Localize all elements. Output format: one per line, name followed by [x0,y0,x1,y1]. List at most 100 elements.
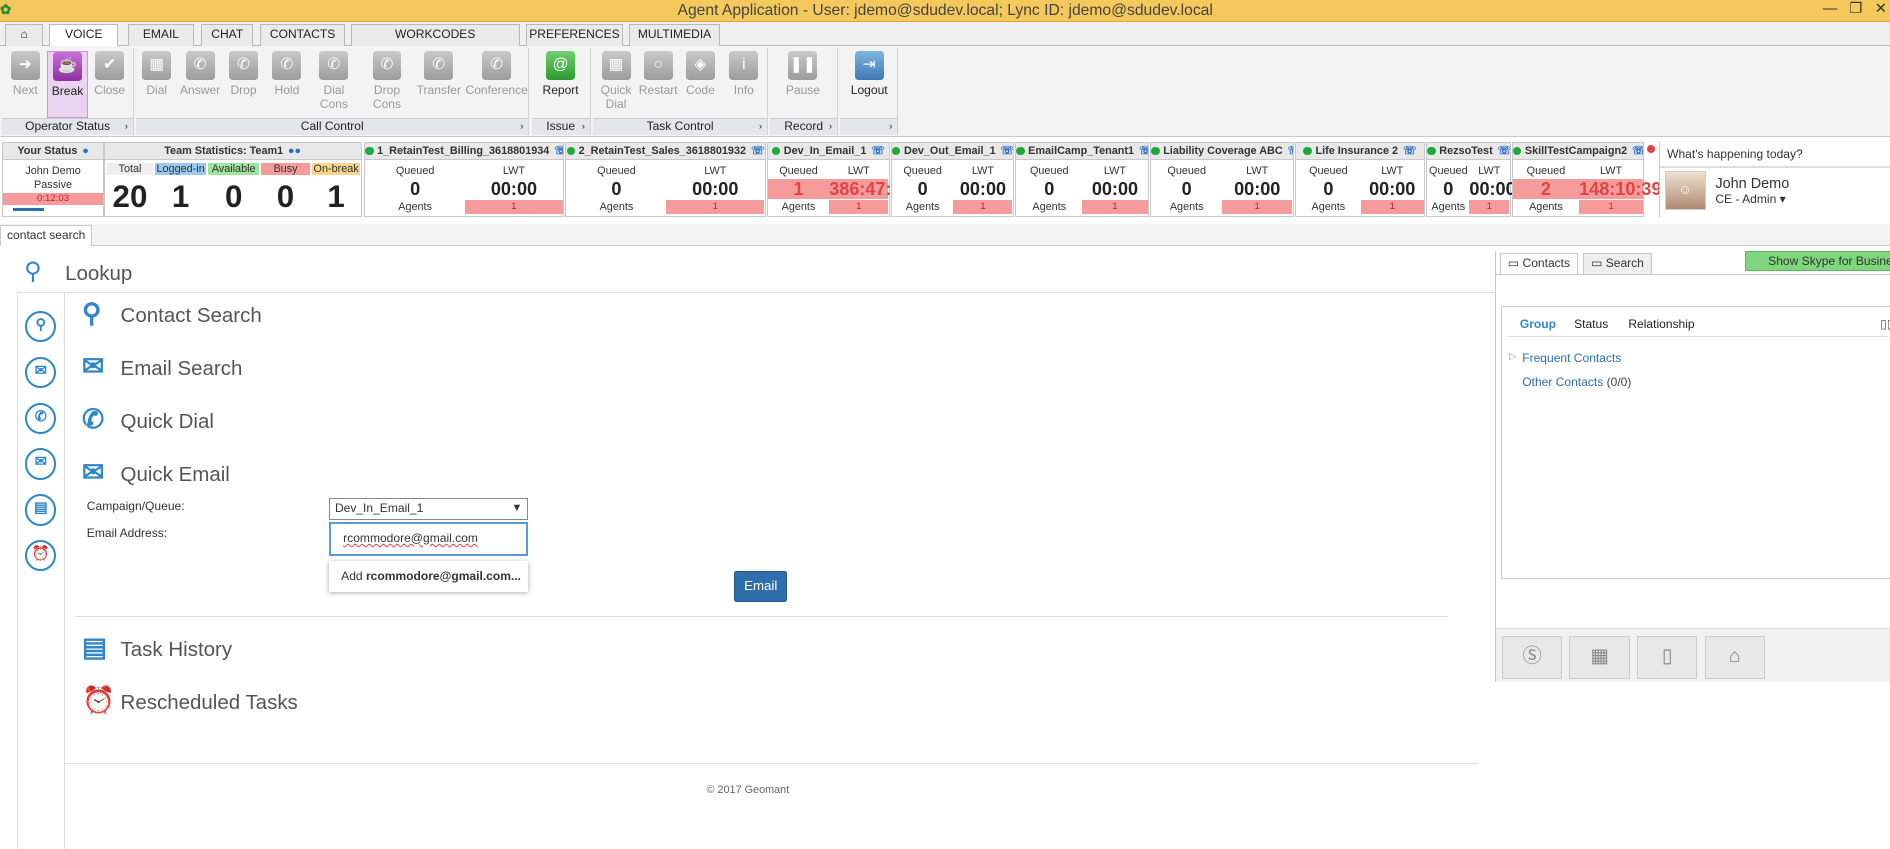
tab-voice[interactable]: VOICE [49,24,119,47]
dial-button[interactable]: ▦ Dial [136,50,177,97]
conference-button[interactable]: ✆ Conference [465,50,528,97]
tab-workcodes[interactable]: WORKCODES (UNSPECIFIED) [350,24,520,60]
at-sign-icon: @ [546,50,576,80]
queue-panel: SkillTestCampaign2☏QueuedLWT2148:10:39Ag… [1511,142,1662,217]
queue-panel: Liability Coverage ABC☏QueuedLWT000:00Ag… [1150,142,1294,217]
report-button[interactable]: @ Report [540,50,581,97]
info-button[interactable]: i Info [723,50,764,97]
keypad-icon: ▦ [142,50,172,80]
online-status-icon [1303,147,1312,156]
tab-skype-contacts[interactable]: ▭ Contacts [1499,253,1579,274]
coffee-cup-icon: ☕ [53,51,82,81]
nav-quick-dial[interactable]: ✆ [25,402,57,434]
tab-email[interactable]: EMAIL [127,24,195,46]
envelope-icon: ✉ [81,457,105,488]
email-suggestion-item[interactable]: Add rcommodore@gmail.com... [329,560,529,592]
minimize-icon[interactable]: — [1823,1,1837,17]
view-relationship[interactable]: Relationship [1628,317,1694,331]
group-label-call[interactable]: Call Control › [136,118,529,136]
your-status-panel: Your Status ● John Demo Passive 0:12:03 [2,142,104,217]
skype-icon[interactable]: Ⓢ [1501,636,1563,679]
pause-button[interactable]: ❚❚ Pause [782,50,823,97]
close-icon[interactable]: ✕ [1875,1,1887,17]
main-tabs: ⌂ VOICE EMAIL CHAT CONTACTS WORKCODES (U… [0,21,1890,60]
footer-copyright: © 2017 Geomant [706,783,790,796]
answer-button[interactable]: ✆ Answer [180,50,221,97]
view-group[interactable]: Group [1520,317,1556,331]
group-label-task[interactable]: Task Control › [593,118,767,136]
tab-chat[interactable]: CHAT [201,24,254,46]
drop-button[interactable]: ✆ Drop [223,50,264,97]
whats-happening-input[interactable]: What's happening today? [1667,147,1803,161]
clipboard-icon: ▤ [81,631,108,662]
group-label-issue[interactable]: Issue › [531,118,590,136]
show-skype-button[interactable]: Show Skype for Business [1745,250,1890,272]
quick-dial-button[interactable]: ▦ Quick Dial [596,50,637,111]
nav-rescheduled[interactable]: ⏰ [25,540,57,572]
group-label-logout[interactable]: › [840,118,898,136]
nav-contact-search[interactable]: ⚲ [25,311,57,343]
home-icon[interactable]: ⌂ [1704,636,1765,679]
title-bar: ✿ Agent Application - User: jdemo@sdudev… [0,0,1890,22]
channel-icon: ☏ [554,145,563,157]
dialpad-icon[interactable]: ▦ [1569,636,1630,679]
next-button[interactable]: ➜ Next [5,50,46,97]
queue-panel: RezsoTest☏QueuedLWT000:00Agents1 [1426,142,1516,217]
nav-task-history[interactable]: ▤ [25,494,57,526]
nav-email-search[interactable]: ✉ [25,356,57,389]
group-other-contacts[interactable]: Other Contacts (0/0) [1522,375,1631,389]
drop-cons-button[interactable]: ✆ Drop Cons [360,50,413,111]
close-button[interactable]: ✔ Close [89,50,130,97]
email-button[interactable]: Email [734,571,788,602]
transfer-button[interactable]: ✆ Transfer [416,50,462,97]
tab-contact-search[interactable]: contact search [0,225,93,246]
restore-icon[interactable]: ❐ [1849,1,1862,17]
checkmark-icon: ✔ [95,50,125,80]
phone-device-icon[interactable]: ▯ [1636,636,1698,679]
email-search-icon: ✉ [34,362,47,379]
content-tabs: contact search [0,224,1890,246]
avatar[interactable]: ☺ [1664,171,1706,210]
phone-cons-icon: ✆ [319,50,349,80]
tab-multimedia[interactable]: MULTIMEDIA [629,24,720,46]
dial-cons-button[interactable]: ✆ Dial Cons [310,50,358,111]
group-label-operator[interactable]: Operator Status › [2,118,133,136]
channel-icon: ☏ [1498,145,1510,157]
hold-button[interactable]: ✆ Hold [266,50,307,97]
logout-button[interactable]: ⇥ Logout [846,50,892,97]
clipboard-icon: ▤ [33,500,48,517]
skype-contacts-panel: ▭ Contacts ▭ Search Show Skype for Busin… [1494,250,1890,683]
tab-skype-search[interactable]: ▭ Search [1582,253,1653,274]
alarm-clock-icon: ⏰ [31,546,50,563]
phone-drop-cons-icon: ✆ [372,50,402,80]
online-status-icon [1512,147,1522,156]
info-icon: i [729,50,759,80]
tab-preferences[interactable]: PREFERENCES [525,24,624,46]
group-label-record[interactable]: Record › [770,118,837,136]
campaign-select[interactable]: Dev_In_Email_1 ▼ [329,497,529,520]
search-icon: ⚲ [35,317,47,334]
tab-contacts[interactable]: CONTACTS [260,24,345,46]
skype-user-role[interactable]: CE - Admin ▾ [1715,192,1785,206]
chevron-down-icon: ▾ [1779,191,1786,206]
expand-arrow-icon: › [889,121,893,133]
email-address-input[interactable]: rcommodore@gmail.com [329,522,529,556]
code-button[interactable]: ◈ Code [680,50,721,97]
campaign-label: Campaign/Queue: [86,499,185,514]
alarm-clock-icon: ⏰ [81,684,115,715]
break-button[interactable]: ☕ Break [47,50,88,119]
expand-arrow-icon: › [828,121,833,133]
team-icon: ●● [287,145,302,158]
group-frequent-contacts[interactable]: ▷ Frequent Contacts [1509,351,1621,365]
channel-icon: ☏ [1402,145,1417,158]
tab-home[interactable]: ⌂ [4,24,44,46]
view-status[interactable]: Status [1574,317,1608,331]
expand-arrow-icon: › [758,121,763,133]
skype-header: What's happening today? ☺ John Demo CE -… [1658,142,1890,217]
lookup-icon: ⚲ [24,257,42,285]
email-search-icon: ✉ [81,351,105,382]
restart-button[interactable]: ○ Restart [638,50,679,97]
dropdown-arrow-icon: ▼ [511,501,523,514]
layout-options-icon[interactable]: ▯▯ [1880,317,1890,331]
nav-quick-email[interactable]: ✉ [25,448,57,480]
